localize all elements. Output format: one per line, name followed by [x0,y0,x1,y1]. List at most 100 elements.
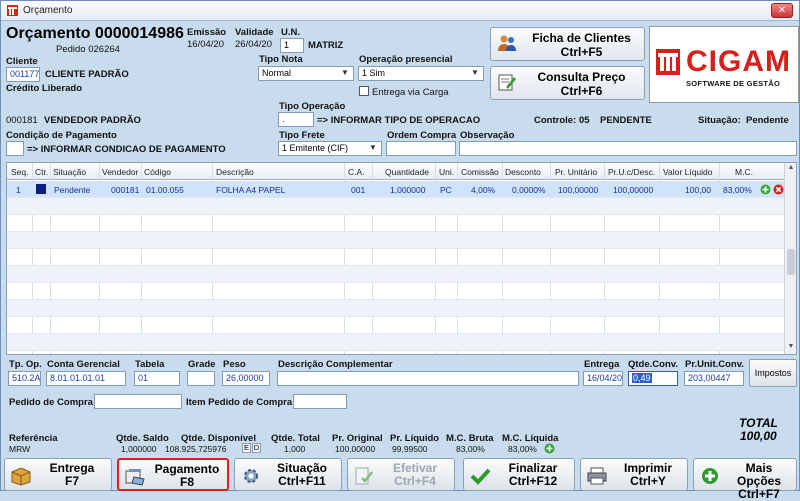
cond-pag-label: Condição de Pagamento [6,130,117,141]
tipo-operacao-code-field[interactable]: . [278,112,314,127]
efetivar-button[interactable]: Efetivar Ctrl+F4 [347,458,455,491]
grade-field[interactable] [187,371,215,386]
orcamento-title: Orçamento 0000014986 [6,25,184,42]
tabela-label: Tabela [135,359,165,370]
ordem-compra-field[interactable] [386,141,456,156]
pedido-compra-field[interactable] [94,394,182,409]
pr-liquido-label: Pr. Líquido [390,433,440,444]
table-row [7,334,786,351]
conta-gerencial-field[interactable]: 8.01.01.01.01 [46,371,126,386]
operacao-select[interactable]: 1 Sim ▼ [358,66,484,81]
descricao-complementar-field[interactable] [277,371,579,386]
situacao-button[interactable]: Situação Ctrl+F11 [234,458,342,491]
entrega-line2: F7 [64,474,79,488]
entrega-button[interactable]: Entrega F7 [4,458,112,491]
col-pr-desc[interactable]: Pr.U.c/Desc. [608,167,655,177]
pr-original-value: 100,00000 [335,444,376,454]
col-seq[interactable]: Seq. [11,167,29,177]
grid-header: Seq. Ctr. Situação Vendedor Código Descr… [7,163,796,180]
payment-icon [125,469,145,486]
cell-mc: 83,00% [723,185,752,195]
col-ca[interactable]: C.A. [348,167,365,177]
impostos-button[interactable]: Impostos [749,359,797,387]
validade-label: Validade [235,27,274,38]
item-pedido-compra-field[interactable] [293,394,347,409]
mais-opcoes-button[interactable]: Mais Opções Ctrl+F7 [693,458,797,501]
cell-seq: 1 [16,185,21,195]
finalizar-button[interactable]: Finalizar Ctrl+F12 [463,458,575,491]
chevron-down-icon: ▼ [369,143,377,152]
tipo-frete-select[interactable]: 1 Emitente (CIF) ▼ [278,141,382,156]
chevron-down-icon: ▼ [471,68,479,77]
tipo-nota-select[interactable]: Normal ▼ [258,66,354,81]
printer-icon [587,467,607,485]
package-icon [11,467,31,486]
scroll-thumb[interactable] [787,249,795,275]
tp-op-field[interactable]: 510.2A [8,371,41,386]
col-comissao[interactable]: Comissão [461,167,499,177]
col-ctr[interactable]: Ctr. [35,167,48,177]
peso-label: Peso [223,359,246,370]
conta-gerencial-label: Conta Gerencial [47,359,120,370]
pagamento-button[interactable]: Pagamento F8 [117,458,229,491]
col-descricao[interactable]: Descrição [216,167,254,177]
add-icon[interactable] [760,184,771,195]
col-desconto[interactable]: Desconto [505,167,541,177]
col-valor-liquido[interactable]: Valor Líquido [663,167,712,177]
qtde-conv-label: Qtde.Conv. [628,359,678,370]
imprimir-line2: Ctrl+Y [630,474,666,488]
mc-bruta-value: 83,00% [456,444,485,454]
ficha-line1: Ficha de Clientes [532,31,631,45]
close-button[interactable]: ✕ [771,3,793,18]
cond-pag-code-field[interactable] [6,141,24,156]
col-pr-unitario[interactable]: Pr. Unitário [555,167,597,177]
imprimir-button[interactable]: Imprimir Ctrl+Y [580,458,688,491]
tp-op-label: Tp. Op. [9,359,42,370]
gear-icon [244,469,258,483]
orcamento-window: Orçamento ✕ Orçamento 0000014986 Pedido … [0,0,800,501]
cigam-emblem-icon [656,49,680,75]
tipo-nota-label: Tipo Nota [259,54,303,65]
pr-unit-conv-field[interactable]: 203,00447 [684,371,744,386]
un-field[interactable]: 1 [280,38,304,53]
qtde-conv-field[interactable]: 0,49 [628,371,678,386]
grid-vertical-scrollbar[interactable]: ▲ ▼ [784,163,796,354]
qtde-disponivel-value: 108.925,725976 [165,444,227,454]
table-row[interactable]: 1 Pendente 000181 01.00.055 FOLHA A4 PAP… [7,181,786,198]
observacao-field[interactable] [459,141,797,156]
delete-icon[interactable] [773,184,784,195]
entrega-date-field[interactable]: 16/04/20 [583,371,623,386]
col-uni[interactable]: Uni. [439,167,454,177]
col-codigo[interactable]: Código [144,167,171,177]
cell-pr-desc: 100,00000 [613,185,654,195]
col-mc[interactable]: M.C. [735,167,753,177]
controle-status: PENDENTE [600,115,652,126]
col-vendedor[interactable]: Vendedor [102,167,138,177]
scroll-down-icon[interactable]: ▼ [785,343,796,354]
item-pedido-compra-label: Item Pedido de Compra [186,397,293,408]
cond-pag-text: => INFORMAR CONDICAO DE PAGAMENTO [27,144,226,155]
cliente-code-field[interactable]: 001177 [6,67,40,82]
pedido-compra-label: Pedido de Compra [9,397,93,408]
ficha-clientes-button[interactable]: Ficha de Clientes Ctrl+F5 [490,27,645,61]
consulta-line2: Ctrl+F6 [560,84,603,98]
peso-field[interactable]: 26,00000 [222,371,270,386]
scroll-up-icon[interactable]: ▲ [785,164,796,176]
mc-liquida-value: 83,00% [508,444,537,454]
estoque-e-button[interactable]: E [242,443,251,453]
pedido-number: Pedido 026264 [56,44,120,55]
col-situacao[interactable]: Situação [53,167,86,177]
qtde-saldo-label: Qtde. Saldo [116,433,169,444]
consulta-preco-button[interactable]: Consulta Preço Ctrl+F6 [490,66,645,100]
pr-liquido-value: 99,99500 [392,444,428,454]
add-icon[interactable] [544,443,555,454]
pr-original-label: Pr. Original [332,433,383,444]
estoque-d-button[interactable]: D [252,443,261,453]
col-quantidade[interactable]: Quantidade [385,167,429,177]
entrega-via-carga-checkbox[interactable] [359,86,369,96]
entrega-via-carga-label: Entrega via Carga [372,87,449,98]
plus-circle-icon [702,468,718,484]
tabela-field[interactable]: 01 [134,371,180,386]
grade-label: Grade [188,359,216,370]
edit-document-icon [498,74,516,91]
